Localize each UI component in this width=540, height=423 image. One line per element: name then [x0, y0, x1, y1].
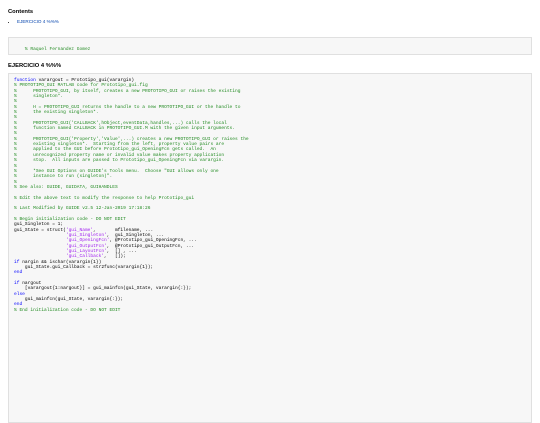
code-token: % Last Modified by GUIDE v2.5 12-Jan-201…: [14, 206, 151, 212]
author-comment: % Raquel Fernandez Gomez: [24, 47, 91, 53]
code-line: % End initialization code - DO NOT EDIT: [14, 308, 526, 313]
code-token: , mfilename, ...: [93, 227, 154, 233]
section-heading: EJERCICIO 4 %%%: [8, 63, 62, 69]
code-token: 'gui_OutputFcn': [65, 243, 107, 249]
code-token: 'gui_OpeningFcn': [65, 238, 110, 244]
code-token: [varargout{1:nargout}] = gui_mainfcn(gui…: [14, 286, 192, 292]
code-token: end: [14, 270, 23, 276]
code-token: gui_State.gui_Callback = str2func(vararg…: [14, 265, 154, 271]
code-token: % See also: GUIDE, GUIDATA, GUIHANDLES: [14, 184, 118, 190]
contents-heading: Contents: [8, 9, 34, 15]
toc-item: EJERCICIO 4 %%%: [17, 19, 532, 25]
author-code-block: % Raquel Fernandez Gomez: [8, 37, 532, 55]
code-token: gui_mainfcn(gui_State, varargin{:});: [14, 297, 124, 303]
page: Contents EJERCICIO 4 %%% % Raquel Fernan…: [0, 0, 540, 423]
code-token: % singleton*.: [14, 94, 64, 100]
code-token: 'gui_Callback': [65, 254, 105, 260]
code-token: % PROTOTIPO_GUI('CALLBACK',hObject,event…: [14, 120, 227, 126]
code-token: gui_Singleton = 1;: [14, 222, 64, 228]
code-token: % function named CALLBACK in PROTOTIPO_G…: [14, 126, 236, 132]
code-token: % PROTOTIPO_GUI, by itself, creates a ne…: [14, 88, 241, 94]
code-token: 'gui_Name': [65, 227, 94, 233]
toc-link-ejercicio-4[interactable]: EJERCICIO 4 %%%: [17, 19, 59, 24]
code-token: gui_State = struct(: [14, 227, 66, 233]
main-code-block: function varargout = Prototipo_gui(varar…: [8, 73, 532, 423]
code-token: , @Prototipo_gui_OutputFcn, ...: [106, 243, 195, 249]
code-token: else: [14, 291, 25, 297]
code-token: %: [14, 115, 17, 121]
code-token: %: [14, 131, 17, 137]
code-token: % End initialization code - DO NOT EDIT: [14, 307, 121, 313]
code-token: % PROTOTIPO_GUI MATLAB code for Prototip…: [14, 83, 148, 89]
code-token: end: [14, 302, 23, 308]
code-token: % the existing singleton*.: [14, 110, 99, 116]
table-of-contents: EJERCICIO 4 %%%: [8, 19, 532, 25]
code-token: nargin && ischar(varargin{1}): [19, 259, 102, 265]
code-token: % Edit the above text to modify the resp…: [14, 195, 195, 201]
code-token: , @Prototipo_gui_OpeningFcn, ...: [109, 238, 197, 244]
code-token: % applied to the GUI before Prototipo_gu…: [14, 147, 216, 153]
code-token: % H = PROTOTIPO_GUI returns the handle t…: [14, 104, 241, 110]
code-token: %: [14, 163, 17, 169]
code-token: %: [14, 99, 17, 105]
code-token: , []);: [104, 254, 126, 260]
code-token: %: [14, 179, 17, 185]
code-token: % stop. All inputs are passed to Prototi…: [14, 158, 225, 164]
code-token: % instance to run (singleton)".: [14, 174, 113, 180]
